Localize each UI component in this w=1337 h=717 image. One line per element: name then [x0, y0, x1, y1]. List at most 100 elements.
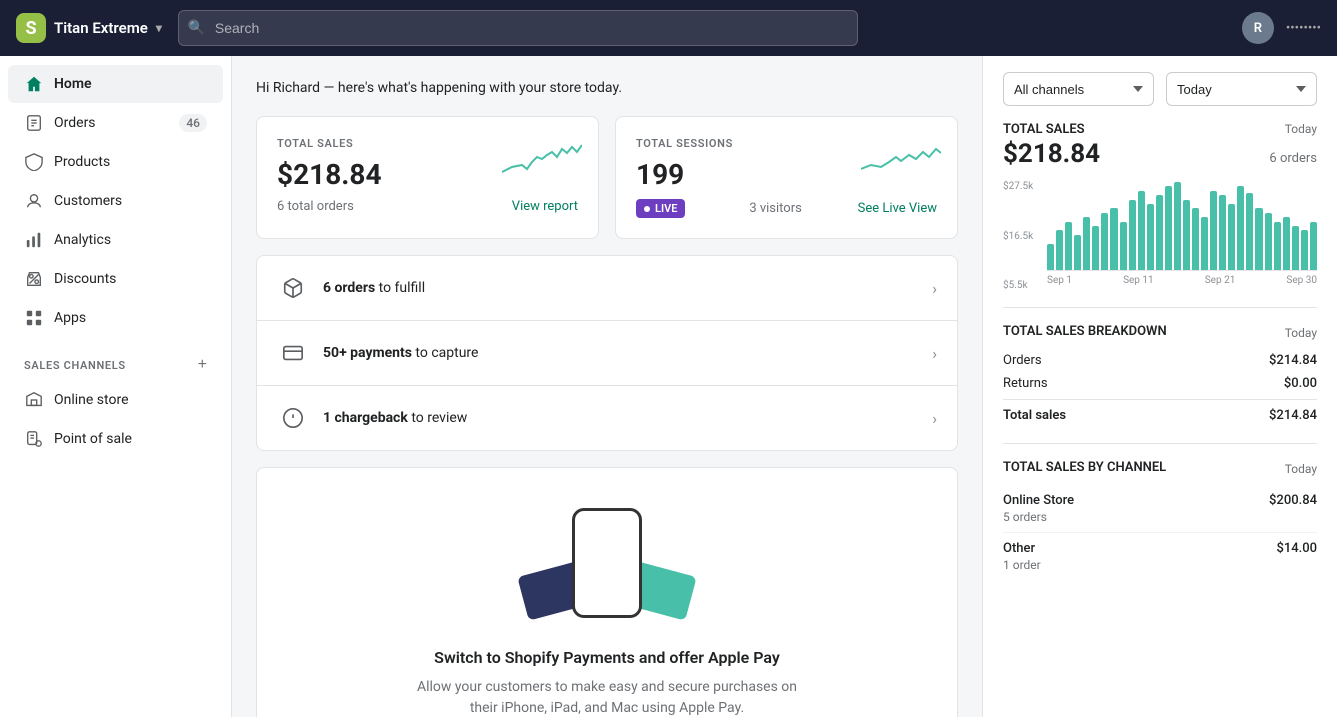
sidebar-item-discounts[interactable]: Discounts [8, 260, 223, 298]
chart-bar [1056, 230, 1063, 270]
live-badge: LIVE [636, 199, 685, 218]
store-name: Titan Extreme [54, 19, 148, 37]
sidebar-item-apps[interactable]: Apps [8, 299, 223, 337]
sidebar-label-online-store: Online store [54, 392, 129, 408]
orders-icon [24, 113, 44, 133]
chart-bar [1301, 230, 1308, 270]
chart-bar [1065, 222, 1072, 270]
chart-bar [1129, 200, 1136, 270]
total-sales-footer: 6 total orders View report [277, 199, 578, 214]
online-store-icon [24, 390, 44, 410]
chart-bar [1274, 222, 1281, 270]
sidebar-label-home: Home [54, 76, 92, 92]
chart-bar [1255, 208, 1262, 270]
chart-bar [1047, 244, 1054, 270]
orders-badge: 46 [179, 114, 207, 132]
brand-logo[interactable]: S Titan Extreme ▾ [16, 13, 162, 43]
chart-bar [1292, 226, 1299, 270]
chart-bar [1120, 222, 1127, 270]
action-cards: 6 orders to fulfill › 50+ payments to ca… [256, 255, 958, 451]
rp-channel-period: Today [1285, 462, 1317, 476]
chart-bar [1165, 186, 1172, 270]
sales-mini-chart [502, 137, 582, 181]
review-chargeback-item[interactable]: 1 chargeback to review › [257, 386, 957, 450]
user-name-hidden: •••••••• [1286, 21, 1321, 36]
capture-payments-item[interactable]: 50+ payments to capture › [257, 321, 957, 386]
sidebar-item-home[interactable]: Home [8, 65, 223, 103]
sidebar-item-analytics[interactable]: Analytics [8, 221, 223, 259]
sidebar-label-pos: Point of sale [54, 431, 132, 447]
sidebar-label-customers: Customers [54, 193, 122, 209]
applepay-illustration [507, 508, 707, 628]
fulfill-orders-item[interactable]: 6 orders to fulfill › [257, 256, 957, 321]
topnav: S Titan Extreme ▾ 🔍 R •••••••• [0, 0, 1337, 56]
live-dot [644, 206, 650, 212]
rp-breakdown-title: TOTAL SALES BREAKDOWN [1003, 324, 1167, 339]
sidebar-item-online-store[interactable]: Online store [8, 381, 223, 419]
sidebar-label-analytics: Analytics [54, 232, 111, 248]
stats-row: TOTAL SALES $218.84 6 total orders View … [256, 116, 958, 239]
chart-bar [1228, 204, 1235, 270]
chart-bar [1219, 195, 1226, 270]
period-select[interactable]: Today Yesterday Last 7 days Last 30 days [1166, 72, 1317, 106]
home-icon [24, 74, 44, 94]
customers-icon [24, 191, 44, 211]
total-sales-card: TOTAL SALES $218.84 6 total orders View … [256, 116, 599, 239]
chart-bar [1246, 193, 1253, 270]
sidebar-item-products[interactable]: Products [8, 143, 223, 181]
chart-bar [1092, 226, 1099, 270]
chart-bar [1201, 217, 1208, 270]
chart-bar [1174, 182, 1181, 270]
sidebar-label-orders: Orders [54, 115, 96, 131]
chart-bar [1074, 235, 1081, 270]
box-icon [277, 272, 309, 304]
fulfill-text: 6 orders to fulfill [323, 280, 425, 296]
sidebar-item-customers[interactable]: Customers [8, 182, 223, 220]
chargeback-text: 1 chargeback to review [323, 410, 467, 426]
chart-bars-area [1047, 181, 1317, 271]
chart-bar [1310, 222, 1317, 270]
total-orders-sub: 6 total orders [277, 199, 354, 214]
rp-channel-title: TOTAL SALES BY CHANNEL [1003, 460, 1166, 475]
analytics-icon [24, 230, 44, 250]
sales-chart: $27.5k $16.5k $5.5k Sep 1 Sep 11 Sep 21 … [1003, 181, 1317, 291]
app-body: Home Orders 46 Products [0, 56, 1337, 717]
search-input[interactable] [178, 10, 858, 46]
total-sessions-footer: LIVE 3 visitors See Live View [636, 199, 937, 218]
applepay-title: Switch to Shopify Payments and offer App… [277, 648, 937, 667]
sales-channels-title: SALES CHANNELS + [0, 338, 231, 380]
chart-bar [1156, 195, 1163, 270]
chart-bar [1265, 213, 1272, 270]
divider-2 [1003, 443, 1317, 444]
rp-orders-count: 6 orders [1269, 151, 1317, 166]
products-icon [24, 152, 44, 172]
avatar[interactable]: R [1242, 12, 1274, 44]
total-sessions-card: TOTAL SESSIONS 199 LIVE 3 visitors See L… [615, 116, 958, 239]
sidebar-label-apps: Apps [54, 310, 86, 326]
chargeback-icon [277, 402, 309, 434]
rp-header: All channels Online Store Point of Sale … [1003, 72, 1317, 106]
main-content: Hi Richard — here's what's happening wit… [232, 56, 982, 717]
greeting-text: Hi Richard — here's what's happening wit… [256, 80, 958, 96]
sidebar-label-products: Products [54, 154, 110, 170]
rp-total-value-row: $218.84 6 orders [1003, 139, 1317, 169]
view-report-link[interactable]: View report [512, 199, 578, 214]
chart-x-labels: Sep 1 Sep 11 Sep 21 Sep 30 [1047, 275, 1317, 286]
sidebar-item-pos[interactable]: Point of sale [8, 420, 223, 458]
pos-icon [24, 429, 44, 449]
channel-other-row: Other $14.00 1 order [1003, 533, 1317, 580]
rp-breakdown-period: Today [1285, 326, 1317, 340]
breakdown-orders-row: Orders $214.84 [1003, 349, 1317, 372]
sessions-mini-chart [861, 137, 941, 181]
sidebar-item-orders[interactable]: Orders 46 [8, 104, 223, 142]
chart-bar [1138, 191, 1145, 270]
chart-bar [1283, 217, 1290, 270]
channel-online-store-row: Online Store $200.84 5 orders [1003, 485, 1317, 533]
fulfill-chevron-icon: › [932, 279, 937, 298]
channel-select[interactable]: All channels Online Store Point of Sale [1003, 72, 1154, 106]
chart-bar [1210, 191, 1217, 270]
add-channel-button[interactable]: + [190, 354, 215, 376]
chart-bar [1147, 204, 1154, 270]
live-view-link[interactable]: See Live View [858, 201, 937, 216]
chart-bar [1083, 217, 1090, 270]
